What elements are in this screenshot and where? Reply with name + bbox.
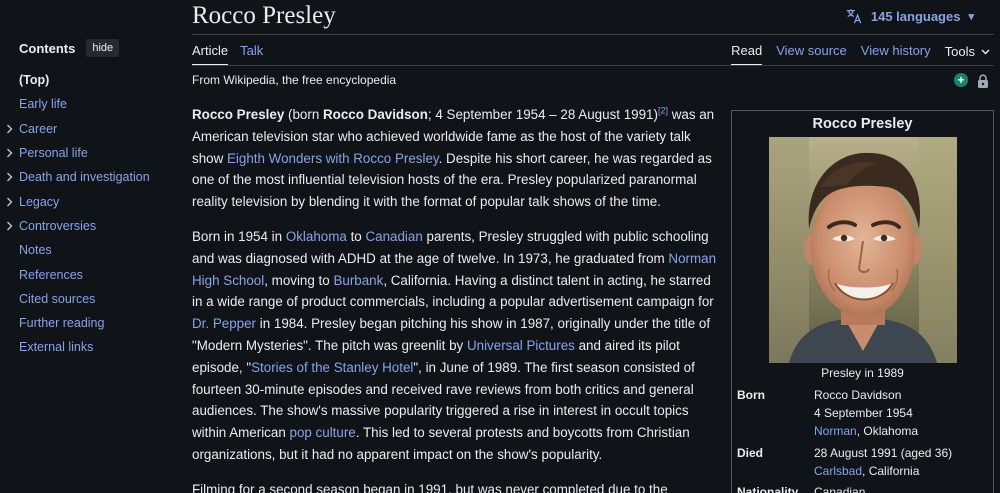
toc-item-label: Personal life <box>19 146 88 161</box>
link-stanley-hotel[interactable]: Stories of the Stanley Hotel <box>251 360 413 375</box>
paragraph-filming: Filming for a second season began in 199… <box>192 481 668 493</box>
died-date: 28 August 1991 (aged 36) <box>814 446 953 460</box>
toc-list: (Top) Early life Career Personal life Death … <box>6 68 178 360</box>
infobox-row-born: Born Rocco Davidson 4 September 1954 Nor… <box>737 386 988 440</box>
died-label: Died <box>737 446 764 460</box>
toc-item-label: Career <box>19 121 58 136</box>
toc-item[interactable]: Cited sources <box>8 287 178 311</box>
good-article-icon[interactable]: + <box>954 73 968 87</box>
toc-item-label: Death and investigation <box>19 170 150 185</box>
infobox-title: Rocco Presley <box>812 116 913 132</box>
chevron-right-icon[interactable] <box>4 122 14 136</box>
toc-hide-button[interactable]: hide <box>86 39 120 57</box>
born-name: Rocco Davidson <box>814 388 902 402</box>
bold-birth-name: Rocco Davidson <box>323 107 428 122</box>
link-dr-pepper[interactable]: Dr. Pepper <box>192 316 256 331</box>
died-place: Carlsbad, California <box>814 462 988 480</box>
toc-item-label: External links <box>19 340 94 355</box>
link-norman[interactable]: Norman <box>814 424 857 438</box>
toc-item[interactable]: Early life <box>8 92 178 116</box>
toc-header: Contents hide <box>19 36 178 60</box>
toc-item[interactable]: Career <box>6 117 178 141</box>
born-place: Norman, Oklahoma <box>814 422 988 440</box>
toc-item[interactable]: References <box>8 262 178 286</box>
title-divider <box>192 34 994 35</box>
language-count: 145 languages <box>870 8 961 24</box>
infobox-caption: Presley in 1989 <box>821 366 904 380</box>
born-date: 4 September 1954 <box>814 406 913 420</box>
article-body: Rocco Presley (born Rocco Davidson; 4 Se… <box>192 104 719 493</box>
tab-view-source[interactable]: View source <box>776 40 847 66</box>
infobox-row-died: Died 28 August 1991 (aged 36) Carlsbad, … <box>737 444 988 480</box>
citation-link[interactable]: [2] <box>658 106 668 116</box>
died-value: 28 August 1991 (aged 36) Carlsbad, Calif… <box>814 444 988 480</box>
page-title: Rocco Presley <box>192 2 336 29</box>
toc-title: Contents <box>19 40 76 56</box>
chevron-right-icon[interactable] <box>4 195 14 209</box>
paragraph-intro: Rocco Presley (born Rocco Davidson; 4 Se… <box>192 104 719 213</box>
died-place-rest: , California <box>862 464 920 478</box>
toc-item[interactable]: Notes <box>8 238 178 262</box>
toc-item-label: Further reading <box>19 316 105 331</box>
toc-item-label: Legacy <box>19 194 60 209</box>
chevron-right-icon[interactable] <box>4 219 14 233</box>
page-indicators: + <box>954 73 990 89</box>
link-burbank[interactable]: Burbank <box>333 273 383 288</box>
translate-icon <box>846 9 862 24</box>
tools-menu[interactable]: Tools <box>945 40 990 66</box>
born-value: Rocco Davidson 4 September 1954 Norman, … <box>814 386 988 440</box>
tools-label: Tools <box>944 44 975 59</box>
text: , moving to <box>264 272 334 288</box>
text: ; 4 September 1954 – 28 August 1991) <box>427 107 658 122</box>
lock-icon[interactable] <box>976 73 990 89</box>
infobox-row-nationality: Nationality Canadian <box>737 483 988 493</box>
chevron-right-icon[interactable] <box>4 146 14 160</box>
language-button[interactable]: 145 languages ▾ <box>845 7 974 25</box>
portrait-image <box>769 137 957 363</box>
link-canadian[interactable]: Canadian <box>365 229 422 244</box>
text: to <box>346 228 366 244</box>
chevron-down-icon <box>981 49 990 54</box>
namespace-tabs: Article Talk <box>192 40 263 66</box>
tab-read[interactable]: Read <box>731 40 763 66</box>
wiki-page: Contents hide (Top) Early life Career Perso… <box>0 0 1000 493</box>
infobox: Rocco Presley Presley in 1989 Born Rocco… <box>731 110 994 493</box>
link-universal-pictures[interactable]: Universal Pictures <box>467 338 575 353</box>
portrait-photo[interactable] <box>769 137 957 363</box>
toc-item[interactable]: Legacy <box>6 189 178 213</box>
chevron-right-icon[interactable] <box>4 170 14 184</box>
text: Born in 1954 in <box>192 228 286 244</box>
born-label: Born <box>737 388 765 402</box>
show-link[interactable]: Eighth Wonders with Rocco Presley <box>227 151 439 166</box>
toc-item[interactable]: Death and investigation <box>6 165 178 189</box>
tab-talk[interactable]: Talk <box>240 40 263 66</box>
nationality-value: Canadian <box>814 485 866 493</box>
site-tagline: From Wikipedia, the free encyclopedia <box>192 73 397 87</box>
toc-item[interactable]: (Top) <box>8 68 178 92</box>
tabs-divider <box>192 65 994 66</box>
chevron-down-icon: ▾ <box>968 10 974 23</box>
toc-item-label: References <box>19 267 83 282</box>
nationality-label: Nationality <box>737 485 799 493</box>
table-of-contents: Contents hide (Top) Early life Career Perso… <box>6 36 178 360</box>
toc-item-label: Cited sources <box>19 291 96 306</box>
paragraph-early-life: Born in 1954 in Oklahoma to Canadian par… <box>192 226 719 466</box>
born-place-rest: , Oklahoma <box>856 424 919 438</box>
tab-view-history[interactable]: View history <box>861 40 931 66</box>
toc-item-label: (Top) <box>19 73 50 88</box>
view-tabs: Read View source View history Tools <box>731 40 990 66</box>
bold-name: Rocco Presley <box>192 107 285 122</box>
text: (born <box>284 107 323 122</box>
link-oklahoma[interactable]: Oklahoma <box>286 229 347 244</box>
toc-item[interactable]: External links <box>8 335 178 359</box>
toc-item[interactable]: Personal life <box>6 141 178 165</box>
link-pop-culture[interactable]: pop culture <box>290 425 356 440</box>
link-carlsbad[interactable]: Carlsbad <box>814 464 862 478</box>
toc-item-label: Controversies <box>19 218 97 233</box>
tab-article[interactable]: Article <box>192 40 229 66</box>
toc-item[interactable]: Controversies <box>6 214 178 238</box>
toc-item-label: Notes <box>19 243 52 258</box>
toc-item-label: Early life <box>19 97 67 112</box>
toc-item[interactable]: Further reading <box>8 311 178 335</box>
